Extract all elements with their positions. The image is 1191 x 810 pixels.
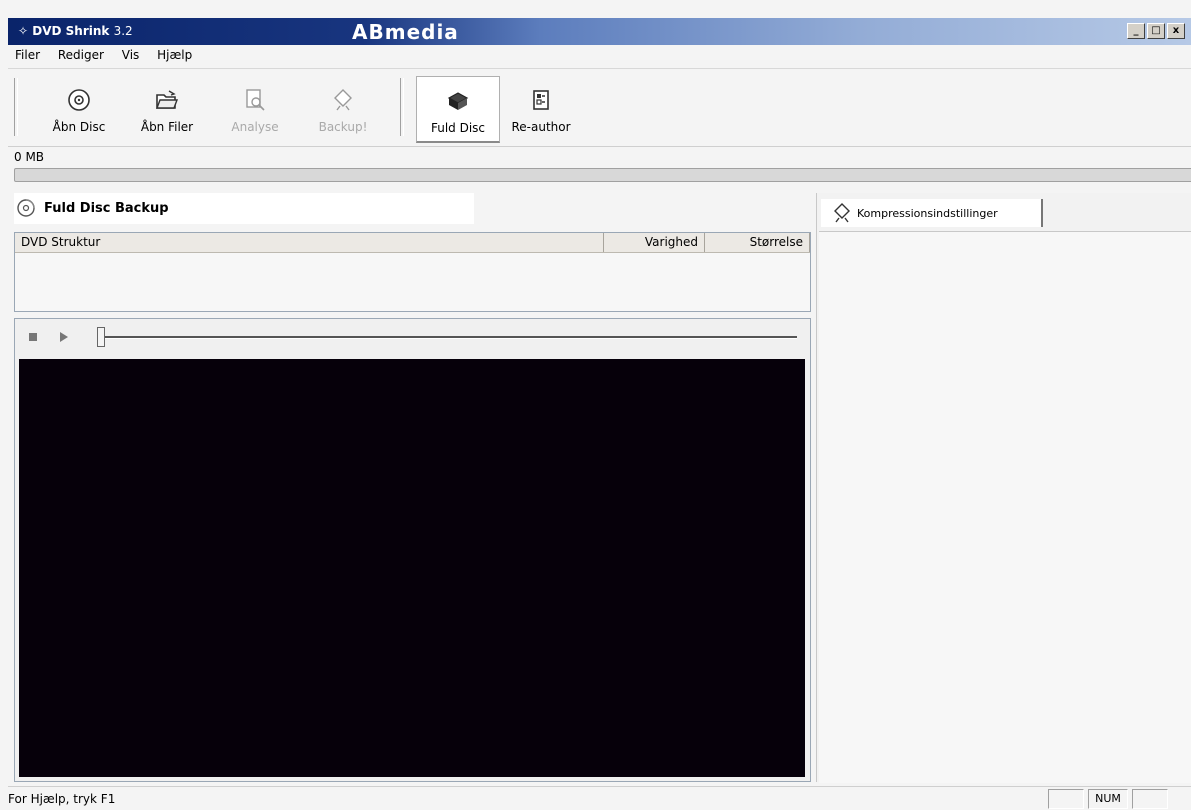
full-disc-icon	[447, 92, 469, 110]
analyse-label: Analyse	[231, 120, 279, 134]
app-version: 3.2	[113, 24, 133, 38]
seek-slider-track[interactable]	[99, 336, 797, 339]
maximize-button[interactable]: □	[1147, 23, 1165, 39]
backup-button[interactable]: Backup!	[304, 76, 382, 140]
toolbar: Åbn Disc Åbn Filer Analyse Backup! Fuld …	[8, 70, 1191, 147]
re-author-icon	[533, 90, 549, 110]
window-title: ✧ DVD Shrink 3.2	[18, 24, 133, 38]
status-cell-num: NUM	[1088, 789, 1128, 809]
open-disc-label: Åbn Disc	[52, 120, 106, 134]
brand-watermark: ABmedia	[352, 20, 459, 44]
menu-filer[interactable]: Filer	[8, 45, 47, 65]
analyse-button[interactable]: Analyse	[216, 76, 294, 140]
menu-hjaelp[interactable]: Hjælp	[150, 45, 199, 65]
status-cell-caps	[1048, 789, 1084, 809]
minimize-button[interactable]: _	[1127, 23, 1145, 39]
toolbar-separator	[400, 78, 404, 136]
full-disc-backup-header: Fuld Disc Backup	[14, 193, 474, 224]
window-controls: _ □ x	[1127, 23, 1185, 39]
column-header-storrelse[interactable]: Størrelse	[705, 233, 810, 252]
compression-panel: Kompressionsindstillinger	[816, 193, 1191, 783]
output-size-bar	[14, 168, 1191, 182]
app-name: DVD Shrink	[32, 24, 110, 38]
disc-icon	[17, 199, 35, 217]
stop-icon[interactable]	[29, 333, 37, 341]
tab-compression-settings[interactable]: Kompressionsindstillinger	[821, 199, 1043, 227]
app-icon: ✧	[18, 24, 29, 38]
output-size-label: 0 MB	[14, 150, 45, 164]
player-controls	[15, 319, 810, 357]
full-disc-button[interactable]: Fuld Disc	[416, 76, 500, 143]
open-files-button[interactable]: Åbn Filer	[128, 76, 206, 140]
table-header: DVD Struktur Varighed Størrelse	[15, 233, 810, 253]
backup-label: Backup!	[318, 120, 368, 134]
tab-label: Kompressionsindstillinger	[857, 207, 998, 220]
compression-icon	[834, 203, 850, 223]
column-header-dvd-struktur[interactable]: DVD Struktur	[15, 233, 604, 252]
video-preview	[19, 359, 805, 777]
open-files-label: Åbn Filer	[140, 120, 194, 134]
open-folder-icon	[155, 90, 179, 109]
status-text: For Hjælp, tryk F1	[8, 792, 116, 806]
close-button[interactable]: x	[1167, 23, 1185, 39]
seek-slider-thumb[interactable]	[97, 327, 105, 347]
analyse-icon	[246, 89, 265, 111]
backup-icon	[334, 89, 352, 111]
toolbar-grip	[14, 78, 18, 136]
panel-title: Fuld Disc Backup	[44, 201, 169, 216]
play-icon[interactable]	[59, 331, 69, 343]
menu-rediger[interactable]: Rediger	[51, 45, 111, 65]
menu-vis[interactable]: Vis	[115, 45, 147, 65]
title-bar[interactable]: ✧ DVD Shrink 3.2 ABmedia _ □ x	[8, 18, 1191, 45]
dvd-structure-table[interactable]: DVD Struktur Varighed Størrelse	[14, 232, 811, 312]
disc-icon	[68, 89, 90, 111]
re-author-label: Re-author	[511, 120, 571, 134]
re-author-button[interactable]: Re-author	[502, 76, 580, 140]
open-disc-button[interactable]: Åbn Disc	[40, 76, 118, 140]
status-cell-scroll	[1132, 789, 1168, 809]
compression-settings-area	[819, 231, 1191, 783]
full-disc-label: Fuld Disc	[430, 121, 486, 135]
menu-bar: Filer Rediger Vis Hjælp	[8, 45, 1191, 69]
preview-player	[14, 318, 811, 782]
column-header-varighed[interactable]: Varighed	[604, 233, 705, 252]
status-bar: For Hjælp, tryk F1 NUM	[8, 786, 1191, 810]
